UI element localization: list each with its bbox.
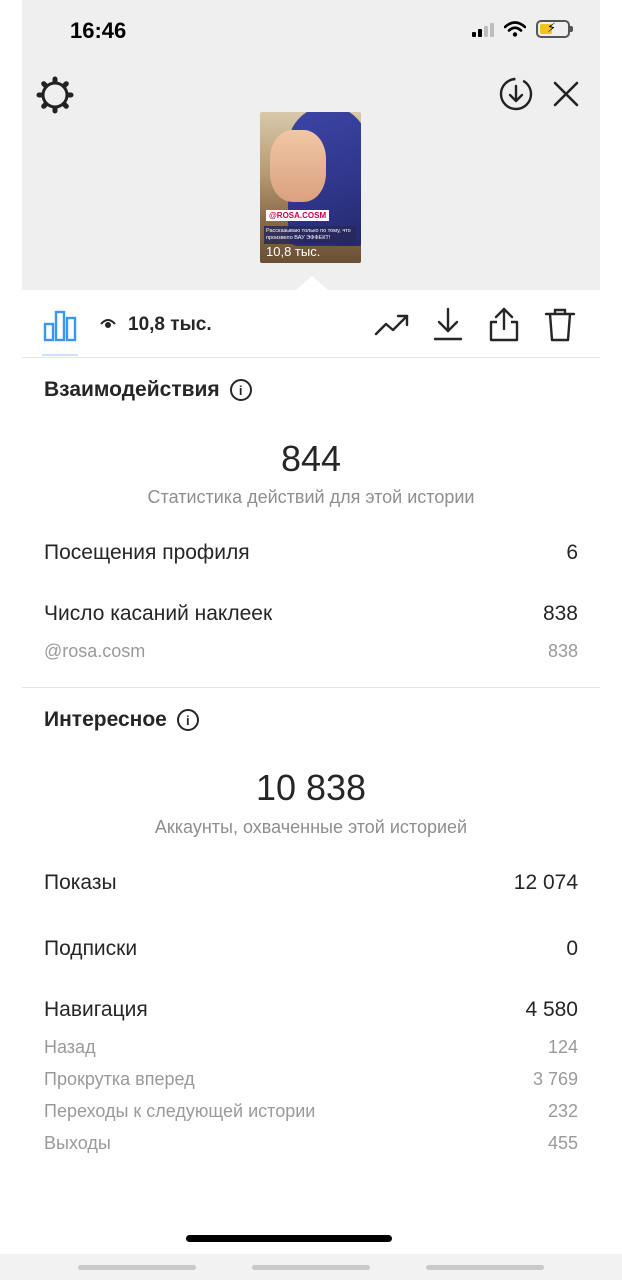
wifi-icon bbox=[504, 21, 526, 37]
trash-icon[interactable] bbox=[542, 306, 578, 342]
metric-row: Число касаний наклеек 838 bbox=[44, 602, 578, 626]
metric-row: Посещения профиля 6 bbox=[44, 541, 578, 565]
thumbnail-mention-sticker: @ROSA.COSM bbox=[266, 210, 330, 221]
metric-label: Посещения профиля bbox=[44, 541, 250, 564]
thumbnail-pointer bbox=[296, 276, 328, 290]
interactions-caption: Статистика действий для этой истории bbox=[147, 487, 475, 507]
status-time: 16:46 bbox=[70, 18, 127, 43]
metric-row: Подписки 0 bbox=[44, 937, 578, 961]
metric-value: 4 580 bbox=[525, 998, 578, 1021]
eye-icon bbox=[100, 319, 116, 328]
section-divider bbox=[22, 687, 600, 688]
app-frame: 16:46 ⚡ @ROSA.COSM Рассказываю только по… bbox=[22, 0, 600, 1280]
metric-sub-value: 124 bbox=[547, 1037, 578, 1057]
battery-icon: ⚡ bbox=[536, 20, 573, 38]
metric-row: Навигация 4 580 bbox=[44, 998, 578, 1022]
active-tab-indicator bbox=[42, 354, 78, 356]
metric-sub-row: Назад 124 bbox=[44, 1037, 578, 1058]
metric-value: 838 bbox=[542, 602, 578, 625]
info-icon[interactable]: i bbox=[176, 709, 199, 731]
metric-sub-row: Выходы 455 bbox=[44, 1133, 578, 1154]
bar-chart-icon[interactable] bbox=[42, 304, 78, 342]
metric-label: Подписки bbox=[44, 937, 138, 960]
bottom-strip bbox=[0, 1254, 622, 1280]
metric-sub-value: 3 769 bbox=[532, 1069, 578, 1089]
close-icon[interactable] bbox=[552, 80, 580, 108]
download-icon[interactable] bbox=[430, 306, 466, 342]
signal-icon bbox=[472, 21, 494, 37]
thumbnail-views: 10,8 тыс. bbox=[266, 244, 321, 259]
trending-up-icon[interactable] bbox=[374, 306, 410, 342]
gear-icon[interactable] bbox=[36, 76, 74, 114]
discovery-title: Интересное bbox=[44, 708, 167, 731]
metric-sub-label: @rosa.cosm bbox=[44, 641, 146, 661]
story-thumbnail[interactable]: @ROSA.COSM Рассказываю только по тому, ч… bbox=[260, 112, 361, 263]
metric-sub-value: 232 bbox=[547, 1101, 578, 1121]
share-icon[interactable] bbox=[486, 306, 522, 342]
story-header: 16:46 ⚡ @ROSA.COSM Рассказываю только по… bbox=[22, 0, 600, 290]
interactions-total: 844 bbox=[280, 438, 342, 479]
discovery-heading: Интересное i bbox=[44, 708, 199, 732]
metric-sub-row: Прокрутка вперед 3 769 bbox=[44, 1069, 578, 1090]
home-indicator[interactable] bbox=[186, 1235, 392, 1242]
status-icons: ⚡ bbox=[472, 20, 573, 38]
metric-row: Показы 12 074 bbox=[44, 871, 578, 895]
insights-toolbar: 10,8 тыс. bbox=[22, 290, 600, 358]
metric-sub-value: 455 bbox=[547, 1133, 578, 1153]
interactions-heading: Взаимодействия i bbox=[44, 378, 252, 402]
metric-label: Число касаний наклеек bbox=[44, 602, 273, 625]
metric-label: Показы bbox=[44, 871, 117, 894]
metric-sub-label: Назад bbox=[44, 1037, 96, 1057]
interactions-title: Взаимодействия bbox=[44, 378, 220, 401]
metric-sub-row: @rosa.cosm 838 bbox=[44, 641, 578, 662]
metric-sub-label: Прокрутка вперед bbox=[44, 1069, 195, 1089]
discovery-caption: Аккаунты, охваченные этой историей bbox=[154, 817, 468, 837]
thumbnail-caption: Рассказываю только по тому, что произвел… bbox=[264, 226, 356, 244]
metric-value: 0 bbox=[566, 937, 578, 960]
metric-label: Навигация bbox=[44, 998, 148, 1021]
metric-sub-row: Переходы к следующей истории 232 bbox=[44, 1101, 578, 1122]
info-icon[interactable]: i bbox=[229, 379, 252, 401]
metric-sub-label: Выходы bbox=[44, 1133, 111, 1153]
story-insights-screen: 16:46 ⚡ @ROSA.COSM Рассказываю только по… bbox=[0, 0, 622, 1280]
download-circle-icon[interactable] bbox=[498, 76, 534, 112]
metric-sub-label: Переходы к следующей истории bbox=[44, 1101, 316, 1121]
views-count: 10,8 тыс. bbox=[128, 314, 212, 335]
metric-value: 6 bbox=[566, 541, 578, 564]
discovery-total: 10 838 bbox=[255, 767, 367, 808]
metric-sub-value: 838 bbox=[547, 641, 578, 661]
metric-value: 12 074 bbox=[513, 871, 578, 894]
